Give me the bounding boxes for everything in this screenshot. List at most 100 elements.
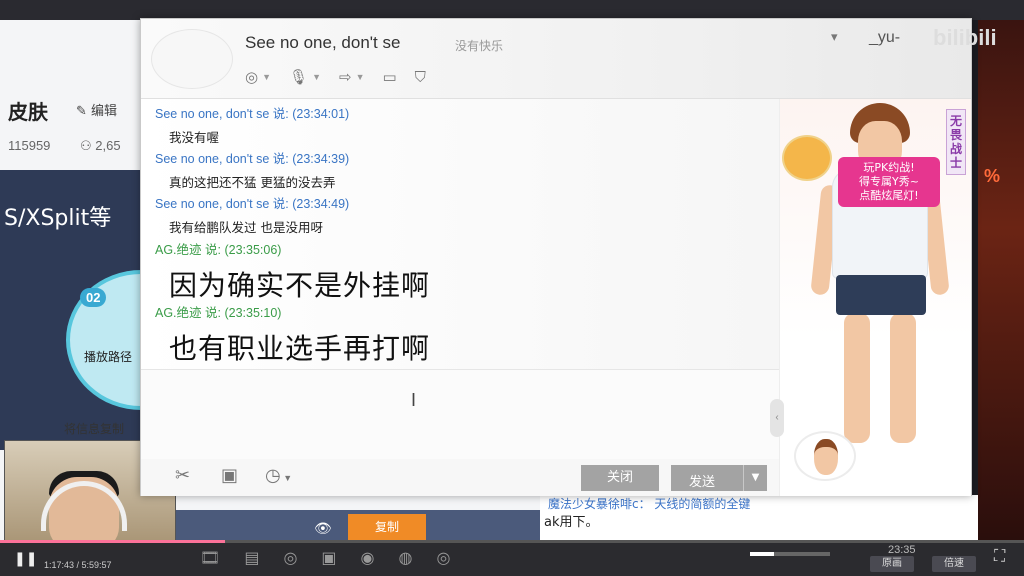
- message-item: AG.绝迹 说: (23:35:06) 因为确实不是外挂啊: [155, 239, 430, 304]
- bilibili-watermark: bilibili: [933, 25, 997, 50]
- promo-line: 得专属Y秀~: [859, 175, 919, 188]
- taskbar-icons: 🎞 ▤ ◎ ▣ ◉ ◍ ◎: [200, 548, 450, 568]
- promo-badge[interactable]: 玩PK约战! 得专属Y秀~ 点酷炫尾灯!: [838, 157, 940, 207]
- circle-icon[interactable]: ◎: [283, 548, 297, 568]
- message-sender: AG.绝迹 说:: [155, 243, 221, 257]
- character-leg: [844, 313, 870, 443]
- message-item: See no one, don't se 说: (23:34:49) 我有给鹏队…: [155, 193, 349, 236]
- game-percent: %: [984, 166, 1001, 186]
- security-tool[interactable]: ⛉: [415, 69, 426, 86]
- background-top-bar: [0, 0, 1024, 20]
- message-item: See no one, don't se 说: (23:34:39) 真的这把还…: [155, 148, 349, 191]
- step-number: 02: [80, 288, 107, 307]
- volume-slider[interactable]: [750, 552, 830, 556]
- character-leg: [890, 313, 916, 443]
- contact-avatar[interactable]: [151, 29, 233, 89]
- message-header: See no one, don't se 说: (23:34:01): [155, 103, 349, 122]
- history-clock-icon[interactable]: ◷ ▼: [265, 465, 292, 486]
- message-item: See no one, don't se 说: (23:34:01) 我没有喔: [155, 103, 349, 146]
- message-sender: See no one, don't se 说:: [155, 152, 289, 166]
- message-text: 因为确实不是外挂啊: [169, 269, 431, 302]
- text-cursor-icon: I: [411, 390, 417, 410]
- video-player-bar: ❚❚ 1:17:43 / 5:59:57 🎞 ▤ ◎ ▣ ◉ ◍ ◎ 23:35…: [0, 540, 1024, 576]
- character-shorts: [836, 275, 926, 315]
- screen-share-tool[interactable]: ▭: [382, 68, 396, 86]
- message-input[interactable]: I: [141, 369, 779, 459]
- copy-hint: 将信息复制: [64, 422, 125, 436]
- file-transfer-tool[interactable]: ⇨ ▼: [339, 68, 365, 86]
- feed-message: 魔法少女暴徐啡c： 天线的简额的全键: [548, 497, 751, 511]
- edit-label: 编辑: [91, 104, 118, 119]
- edit-link[interactable]: ✎ 编辑: [76, 100, 117, 119]
- message-time: (23:34:39): [292, 152, 350, 166]
- send-button[interactable]: 发送 ▼: [671, 465, 767, 491]
- app-icon[interactable]: ▣: [321, 548, 336, 568]
- message-sender: See no one, don't se 说:: [155, 197, 289, 211]
- banner-text: S/XSplit等: [4, 206, 112, 231]
- progress-bar[interactable]: [0, 540, 1024, 543]
- avatar-show-panel: ‹ 玩PK约战! 得专属Y秀~ 点酷炫尾灯! 无畏战士: [770, 99, 971, 496]
- stat-count: 115959: [8, 138, 51, 153]
- chat-bottom-bar: ✂ ▣ ◷ ▼ 关闭 发送 ▼: [141, 459, 779, 496]
- message-text: 真的这把还不猛 更猛的没去弄: [169, 175, 336, 190]
- step-text: 播放路径: [84, 350, 133, 364]
- screen-share-icon: ▭: [382, 69, 397, 86]
- fullscreen-icon[interactable]: ⛶: [994, 548, 1005, 566]
- contact-name[interactable]: See no one, don't se: [245, 33, 400, 53]
- message-header: AG.绝迹 说: (23:35:06): [155, 239, 430, 258]
- voice-call-tool[interactable]: 🎙 ▼: [289, 68, 321, 86]
- chevron-down-icon: ▼: [262, 72, 272, 82]
- background-game-panel: %: [978, 20, 1024, 540]
- scissors-icon[interactable]: ✂: [175, 465, 190, 486]
- contact-status: 没有快乐: [455, 39, 504, 53]
- collapse-panel-handle[interactable]: ‹: [770, 399, 784, 437]
- quality-button[interactable]: 原画: [870, 556, 914, 572]
- message-item: AG.绝迹 说: (23:35:10) 也有职业选手再打啊: [155, 302, 430, 367]
- promo-line: 玩PK约战!: [863, 161, 915, 174]
- copy-button[interactable]: 复制: [348, 514, 426, 540]
- chevron-down-icon[interactable]: ▼: [743, 465, 767, 491]
- message-time: (23:34:01): [292, 107, 350, 121]
- chat-toolbar: ◎ ▼ 🎙 ▼ ⇨ ▼ ▭ ⛉: [245, 65, 426, 89]
- chevron-down-icon[interactable]: ▾: [831, 29, 838, 45]
- film-icon[interactable]: 🎞: [200, 548, 220, 568]
- stat-followers: ⚇ 2,65: [80, 138, 121, 154]
- chat-header: See no one, don't se 没有快乐 ▾ _yu- bilibil…: [141, 19, 997, 99]
- mini-avatar[interactable]: [794, 431, 856, 481]
- message-text: 我没有喔: [169, 130, 220, 145]
- shield-icon: ⛉: [414, 68, 426, 86]
- title-tag: 无畏战士: [946, 109, 966, 175]
- message-time: (23:35:06): [224, 243, 282, 257]
- background-action-bar: [140, 510, 540, 542]
- window-icon[interactable]: ▤: [244, 548, 259, 568]
- message-time: (23:34:49): [292, 197, 350, 211]
- speed-button[interactable]: 倍速: [932, 556, 976, 572]
- message-header: AG.绝迹 说: (23:35:10): [155, 302, 430, 321]
- message-text: 我有给鹏队发过 也是没用呀: [169, 220, 323, 235]
- volume-fill: [750, 552, 774, 556]
- close-button[interactable]: 关闭: [581, 465, 659, 491]
- image-icon[interactable]: ▣: [221, 465, 238, 486]
- playback-time: 1:17:43 / 5:59:57: [44, 560, 112, 570]
- message-text: 也有职业选手再打啊: [169, 332, 431, 365]
- message-sender: See no one, don't se 说:: [155, 107, 289, 121]
- message-history[interactable]: See no one, don't se 说: (23:34:01) 我没有喔 …: [141, 99, 779, 369]
- microphone-icon: 🎙: [289, 69, 309, 86]
- feed-message: ak用下。: [544, 515, 599, 530]
- eye-icon[interactable]: 👁: [314, 520, 332, 537]
- message-time: (23:35:10): [224, 306, 282, 320]
- send-label: 发送: [689, 475, 716, 490]
- pause-icon[interactable]: ❚❚: [14, 550, 37, 567]
- page-title: 皮肤: [8, 100, 48, 124]
- message-header: See no one, don't se 说: (23:34:39): [155, 148, 349, 167]
- app-icon[interactable]: ◍: [399, 548, 413, 568]
- progress-fill: [0, 540, 226, 543]
- app-icon[interactable]: ◎: [436, 548, 450, 568]
- video-call-tool[interactable]: ◎ ▼: [245, 68, 271, 86]
- background-chat-feed: 魔法少女暴徐啡c： 天线的简额的全键 ak用下。: [540, 495, 980, 540]
- app-icon[interactable]: ◉: [361, 548, 375, 568]
- chevron-down-icon: ▼: [312, 72, 321, 82]
- folder-arrow-icon: ⇨: [338, 69, 352, 86]
- promo-line: 点酷炫尾灯!: [859, 189, 919, 202]
- chat-window: See no one, don't se 没有快乐 ▾ _yu- bilibil…: [140, 18, 997, 496]
